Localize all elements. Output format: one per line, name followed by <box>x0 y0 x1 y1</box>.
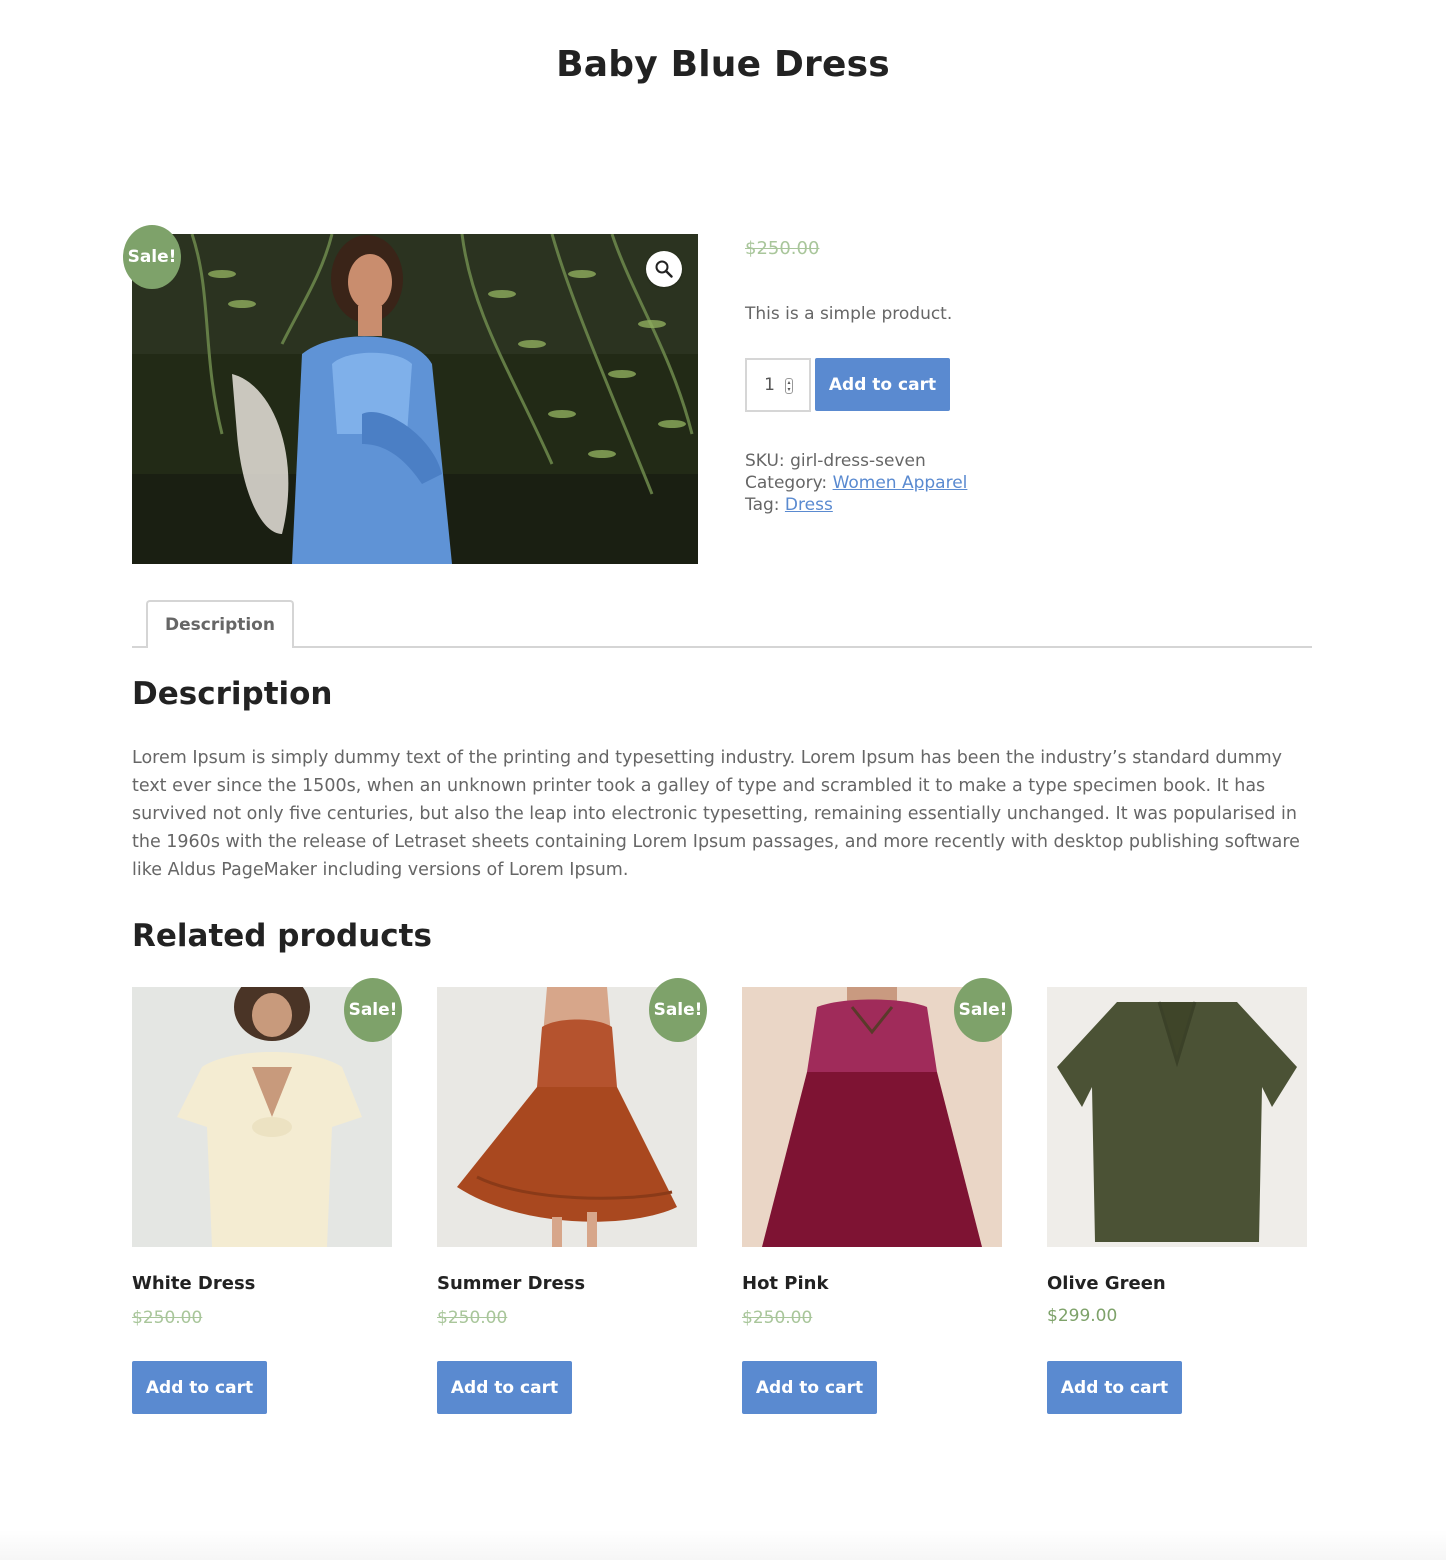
product-card: Sale! Summer Dress $250.00 Add to cart <box>437 978 707 1414</box>
product-name[interactable]: White Dress <box>132 1273 255 1294</box>
quantity-value: 1 <box>764 375 775 395</box>
product-main-image[interactable] <box>132 234 698 564</box>
sale-badge: Sale! <box>123 225 181 289</box>
quantity-input[interactable]: 1 ▴ ▾ <box>745 358 811 412</box>
tab-description[interactable]: Description <box>146 600 294 648</box>
product-thumbnail[interactable] <box>1047 987 1307 1247</box>
product-card: Sale! Hot Pink $250.00 Add to cart <box>742 978 1012 1414</box>
olive-green-photo <box>1047 987 1307 1247</box>
footer-edge <box>0 1530 1446 1560</box>
sale-badge: Sale! <box>344 978 402 1042</box>
product-summary: $250.00 This is a simple product. <box>745 238 1305 324</box>
magnifier-icon <box>655 260 673 278</box>
sale-badge: Sale! <box>649 978 707 1042</box>
product-old-price: $250.00 <box>437 1308 508 1328</box>
related-products-heading: Related products <box>132 918 432 954</box>
product-photo <box>132 234 698 564</box>
quantity-spinner-icon[interactable]: ▴ ▾ <box>785 378 793 394</box>
tag-row: Tag: Dress <box>745 494 967 516</box>
product-old-price: $250.00 <box>745 238 820 259</box>
sku-row: SKU: girl-dress-seven <box>745 450 967 472</box>
description-heading: Description <box>132 676 333 712</box>
product-short-description: This is a simple product. <box>745 304 953 324</box>
product-card: Olive Green $299.00 Add to cart <box>1047 987 1307 1414</box>
zoom-button[interactable] <box>646 251 682 287</box>
description-text: Lorem Ipsum is simply dummy text of the … <box>132 748 1300 880</box>
product-price: $299.00 <box>1047 1306 1118 1326</box>
category-row: Category: Women Apparel <box>745 472 967 494</box>
category-link[interactable]: Women Apparel <box>833 473 968 493</box>
product-name[interactable]: Hot Pink <box>742 1273 828 1294</box>
product-card: Sale! White Dress $250.00 Add to cart <box>132 978 402 1414</box>
add-to-cart-button[interactable]: Add to cart <box>437 1361 572 1414</box>
category-label: Category: <box>745 473 828 493</box>
tabs-divider <box>132 646 1312 648</box>
tag-label: Tag: <box>745 495 780 515</box>
sku-value: girl-dress-seven <box>790 451 926 471</box>
product-meta: SKU: girl-dress-seven Category: Women Ap… <box>745 450 967 516</box>
add-to-cart-button[interactable]: Add to cart <box>815 358 950 411</box>
tag-link[interactable]: Dress <box>785 495 833 515</box>
product-old-price: $250.00 <box>132 1308 203 1328</box>
sale-badge: Sale! <box>954 978 1012 1042</box>
add-to-cart-button[interactable]: Add to cart <box>132 1361 267 1414</box>
sku-label: SKU: <box>745 451 785 471</box>
add-to-cart-button[interactable]: Add to cart <box>1047 1361 1182 1414</box>
page-title: Baby Blue Dress <box>556 44 890 85</box>
product-name[interactable]: Olive Green <box>1047 1273 1166 1294</box>
add-to-cart-button[interactable]: Add to cart <box>742 1361 877 1414</box>
product-name[interactable]: Summer Dress <box>437 1273 585 1294</box>
product-old-price: $250.00 <box>742 1308 813 1328</box>
